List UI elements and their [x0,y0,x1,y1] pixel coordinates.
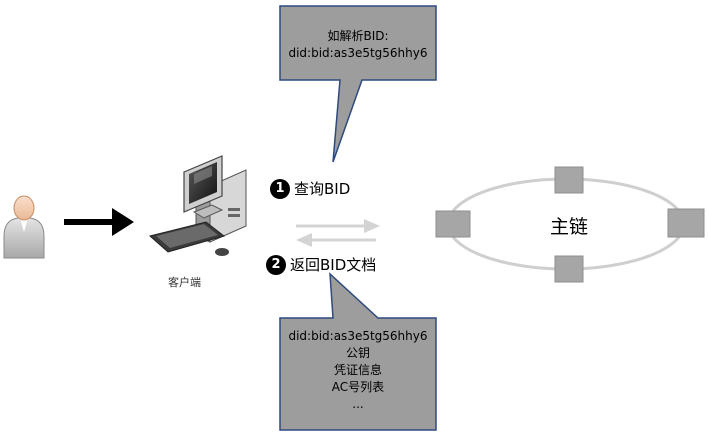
callout-top-text: 如解析BID: did:bid:as3e5tg56hhy6 [282,28,434,62]
client-label: 客户端 [168,276,201,289]
user-icon [3,195,45,259]
step-return-bid-doc: 2 返回BID文档 [266,254,376,275]
callout-bottom-line3: 凭证信息 [333,363,382,377]
chain-label: 主链 [550,216,589,238]
callout-bottom-line2: 公钥 [345,346,370,360]
chain-node-right [667,208,705,238]
step-number-badge: 1 [270,178,290,199]
step-number-badge: 2 [266,254,286,275]
callout-bottom-line4: AC号列表 [331,380,385,394]
callout-top-line2: did:bid:as3e5tg56hhy6 [288,46,428,60]
chain-node-top [554,166,584,194]
response-arrow [296,233,376,247]
chain-node-left [435,210,471,238]
request-arrow [296,219,380,233]
callout-bottom-line1: did:bid:as3e5tg56hhy6 [288,329,428,343]
right-arrow-icon [64,208,134,236]
callout-top-line1: 如解析BID: [327,29,389,43]
callout-bottom-line5: ... [352,397,364,411]
step-query-bid: 1 查询BID [270,178,350,199]
computer-icon [148,155,247,256]
diagram-canvas: 如解析BID: did:bid:as3e5tg56hhy6 did:bid:as… [0,0,708,436]
step-label: 查询BID [294,180,351,198]
callout-bottom-text: did:bid:as3e5tg56hhy6 公钥 凭证信息 AC号列表 ... [282,328,434,413]
step-label: 返回BID文档 [290,256,377,274]
chain-node-bottom [554,255,584,283]
